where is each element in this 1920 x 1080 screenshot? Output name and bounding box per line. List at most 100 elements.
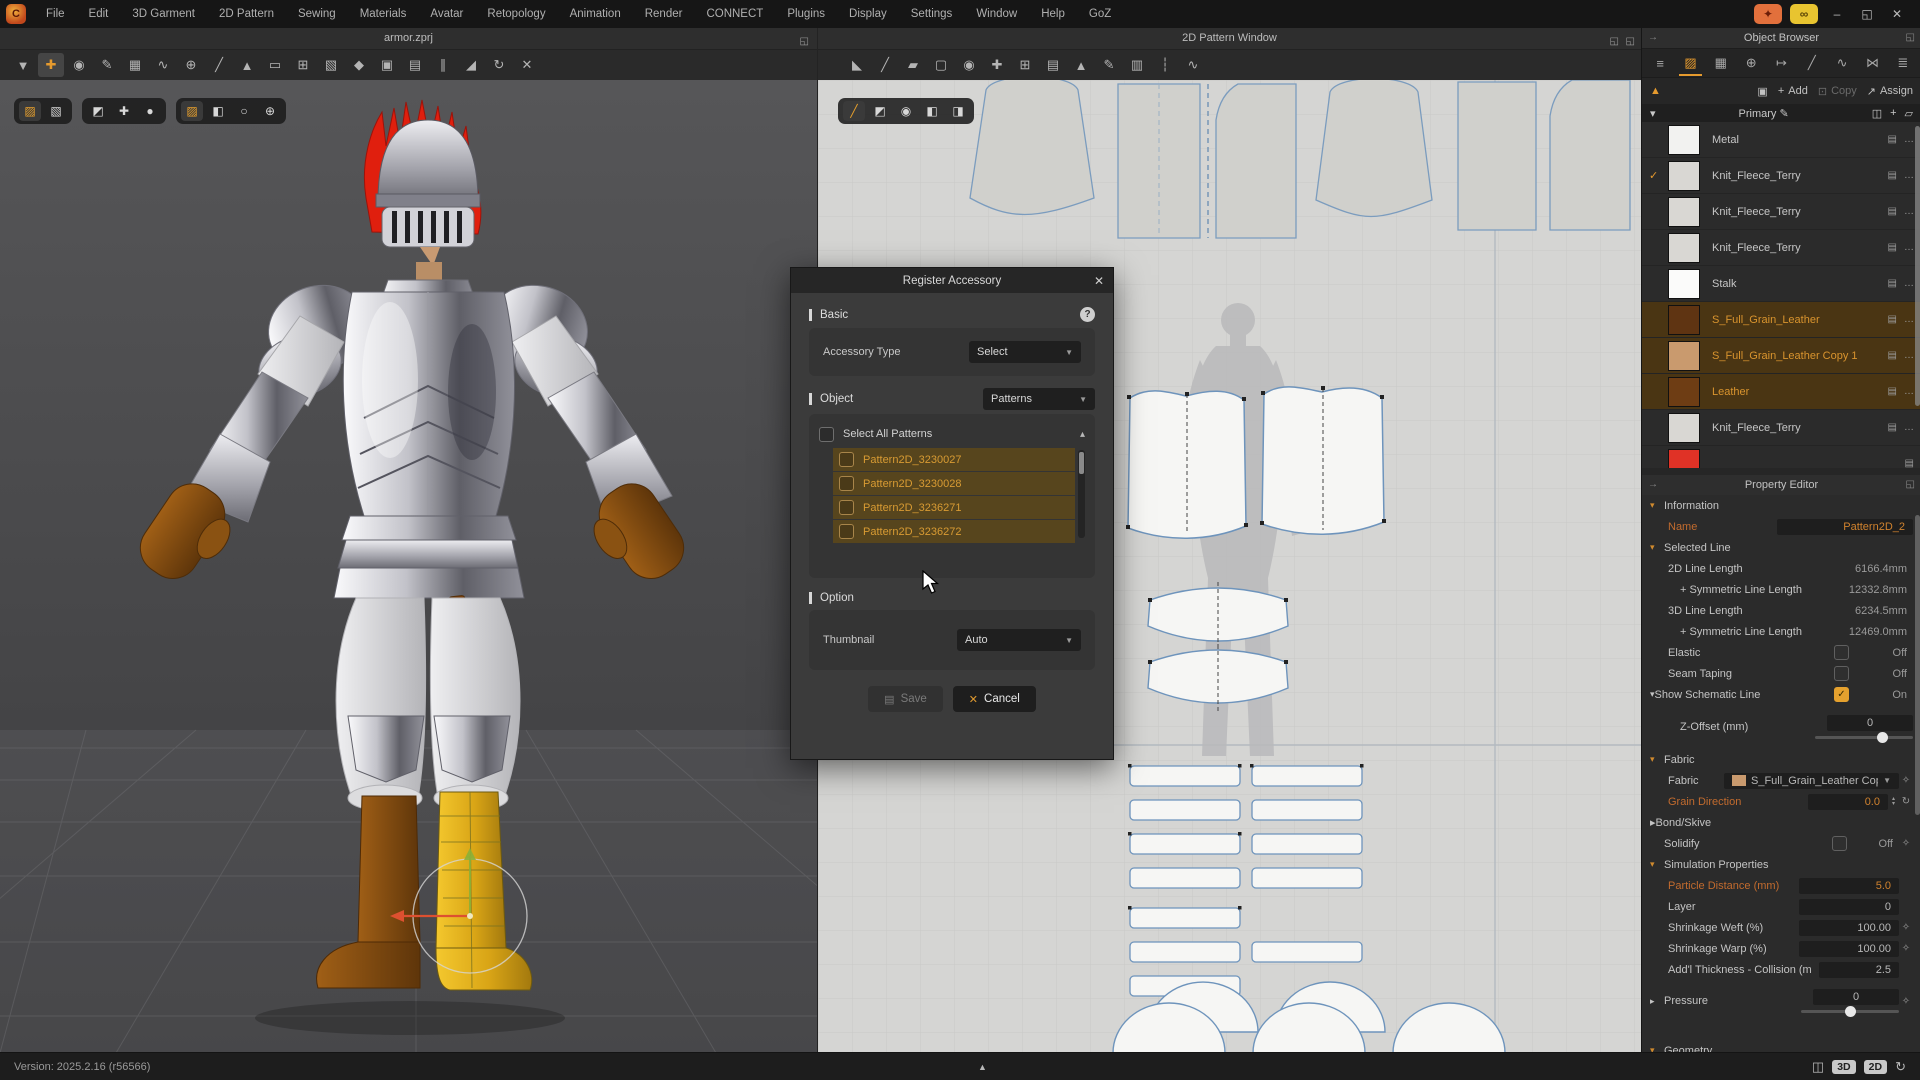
fabric-row-metal[interactable]: Metal ▤ …	[1642, 122, 1920, 158]
show-cloth-toggle-icon[interactable]: ◧	[207, 101, 229, 121]
walk-tool-icon[interactable]: ✕	[514, 53, 540, 77]
piping-tab-icon[interactable]: ╱	[1798, 51, 1826, 75]
spinner[interactable]: ▴ ▾	[1892, 797, 1895, 807]
grain-direction-field[interactable]: 0.0	[1808, 794, 1888, 810]
dock-pin-icon[interactable]: →	[1648, 28, 1658, 48]
thickness-collision-field[interactable]: 2.5	[1819, 962, 1899, 978]
cancel-button[interactable]: ✕ Cancel	[953, 686, 1036, 712]
solidify-checkbox[interactable]	[1832, 836, 1847, 851]
measure-tool-icon[interactable]: ∥	[430, 53, 456, 77]
menu-goz[interactable]: GoZ	[1077, 0, 1123, 28]
fabric-swatch[interactable]	[1668, 377, 1700, 407]
fabric-row-knit-4[interactable]: Knit_Fleece_Terry ▤ …	[1642, 410, 1920, 446]
select-move-tool-icon[interactable]: ✚	[38, 53, 64, 77]
show-pins-toggle-icon[interactable]: ✚	[113, 101, 135, 121]
notch-tool-icon[interactable]: ▥	[1124, 53, 1150, 77]
move-pattern-tool-icon[interactable]: ✚	[984, 53, 1010, 77]
menu-plugins[interactable]: Plugins	[775, 0, 837, 28]
more-options-icon[interactable]: …	[1904, 350, 1914, 361]
trim-tool-icon[interactable]: ◢	[458, 53, 484, 77]
create-circle-tool-icon[interactable]: ◉	[956, 53, 982, 77]
grid-tool-icon[interactable]: ⊞	[290, 53, 316, 77]
section-selected-line[interactable]: ▾ Selected Line	[1642, 537, 1920, 558]
edit-pattern-tool-icon[interactable]: ╱	[872, 53, 898, 77]
puckering-tab-icon[interactable]: ⋈	[1858, 51, 1886, 75]
show-avatar-mesh-toggle-icon[interactable]: ○	[233, 101, 255, 121]
save-fabric-icon[interactable]: ▤	[1888, 134, 1897, 145]
shrinkage-warp-field[interactable]: 100.00	[1799, 941, 1899, 957]
view-2d-button[interactable]: 2D	[1864, 1060, 1887, 1074]
pattern-item-1[interactable]: Pattern2D_3230027	[833, 448, 1075, 471]
fabric-row-knit-3[interactable]: Knit_Fleece_Terry ▤ …	[1642, 230, 1920, 266]
select-mesh-tool-icon[interactable]: ◉	[66, 53, 92, 77]
save-fabric-icon[interactable]: ▤	[1888, 422, 1897, 433]
seam-taping-checkbox[interactable]	[1834, 666, 1849, 681]
edit-texture-tool-icon[interactable]: ▦	[122, 53, 148, 77]
help-icon[interactable]: ?	[1080, 307, 1095, 322]
save-fabric-icon[interactable]: ▤	[1888, 314, 1897, 325]
history-tool-icon[interactable]: ▼	[10, 53, 36, 77]
shrinkage-weft-field[interactable]: 100.00	[1799, 920, 1899, 936]
keyframe-icon[interactable]: ✧	[1899, 943, 1913, 954]
add-group-icon[interactable]: +	[1890, 107, 1896, 119]
more-options-icon[interactable]: …	[1904, 278, 1914, 289]
reset-view-icon[interactable]: ↻	[1895, 1059, 1906, 1075]
export-group-icon[interactable]: ◫	[1872, 107, 1882, 120]
elastic-checkbox[interactable]	[1834, 645, 1849, 660]
topstitch-tab-icon[interactable]: ∿	[1828, 51, 1856, 75]
show-garment-toggle-icon[interactable]: ▧	[45, 101, 67, 121]
viewport-2d-titlebar[interactable]: 2D Pattern Window ◱ ◱	[818, 28, 1641, 50]
menu-3d-garment[interactable]: 3D Garment	[120, 0, 207, 28]
more-options-icon[interactable]: …	[1904, 134, 1914, 145]
dialog-titlebar[interactable]: Register Accessory ✕	[791, 268, 1113, 293]
expand-2d-window-icon[interactable]: ◱	[1626, 31, 1635, 52]
keyframe-icon[interactable]: ✧	[1899, 838, 1913, 849]
spin-down-icon[interactable]: ▾	[1892, 802, 1895, 807]
float-2d-window-icon[interactable]: ◱	[1610, 31, 1619, 52]
fabric-row-knit-2[interactable]: Knit_Fleece_Terry ▤ …	[1642, 194, 1920, 230]
pin-tab-icon[interactable]: ↦	[1767, 51, 1795, 75]
fabric-row-leather-1[interactable]: S_Full_Grain_Leather ▤ …	[1642, 302, 1920, 338]
section-bond-skive[interactable]: ▸ Bond/Skive	[1642, 812, 1920, 833]
more-options-icon[interactable]: …	[1904, 314, 1914, 325]
menu-sewing[interactable]: Sewing	[286, 0, 348, 28]
menu-help[interactable]: Help	[1029, 0, 1077, 28]
fabric-tab-icon[interactable]: ▨	[1676, 51, 1704, 75]
fabric-swatch[interactable]	[1668, 341, 1700, 371]
fabric-row-knit-1[interactable]: ✓ Knit_Fleece_Terry ▤ …	[1642, 158, 1920, 194]
expand-icon[interactable]: ▸	[1650, 996, 1664, 1007]
close-button[interactable]: ✕	[1886, 7, 1908, 21]
goz-icon[interactable]: ∞	[1790, 4, 1818, 24]
split-view-icon[interactable]: ◫	[1812, 1059, 1824, 1075]
fabric-swatch[interactable]	[1668, 305, 1700, 335]
pattern-checkbox[interactable]	[839, 500, 854, 515]
folder-icon[interactable]: ▱	[1905, 107, 1913, 120]
pen-3d-tool-icon[interactable]: ✎	[94, 53, 120, 77]
fabric-swatch[interactable]	[1668, 233, 1700, 263]
button-tab-icon[interactable]: ⊕	[1737, 51, 1765, 75]
texture-tool-icon[interactable]: ▧	[318, 53, 344, 77]
fabric-swatch[interactable]	[1668, 269, 1700, 299]
collapse-icon[interactable]: ▾	[1650, 754, 1664, 765]
save-button[interactable]: ▤ Save	[868, 686, 943, 712]
menu-render[interactable]: Render	[633, 0, 695, 28]
show-texture-2d-toggle-icon[interactable]: ◨	[947, 101, 969, 121]
layer-field[interactable]: 0	[1799, 899, 1899, 915]
minimize-button[interactable]: –	[1826, 7, 1848, 21]
more-options-icon[interactable]: …	[1904, 170, 1914, 181]
save-fabric-icon[interactable]: ▤	[1888, 206, 1897, 217]
show-grid-toggle-icon[interactable]: ⊕	[259, 101, 281, 121]
menu-materials[interactable]: Materials	[348, 0, 419, 28]
save-fabric-icon[interactable]: ▤	[1888, 242, 1897, 253]
view-3d-button[interactable]: 3D	[1832, 1060, 1855, 1074]
expand-bottom-icon[interactable]: ▲	[978, 1062, 987, 1072]
property-editor-header[interactable]: → Property Editor ◱	[1642, 475, 1920, 496]
more-options-icon[interactable]: …	[1904, 386, 1914, 397]
pattern-item-3[interactable]: Pattern2D_3236271	[833, 496, 1075, 519]
save-fabric-icon[interactable]: ▤	[1888, 386, 1897, 397]
property-editor-float-icon[interactable]: ◱	[1906, 475, 1915, 495]
graphic-tab-icon[interactable]: ▦	[1707, 51, 1735, 75]
fabric-row-leather-2[interactable]: Leather ▤ …	[1642, 374, 1920, 410]
pattern-item-4[interactable]: Pattern2D_3236272	[833, 520, 1075, 543]
fabric-row-leather-copy[interactable]: S_Full_Grain_Leather Copy 1 ▤ …	[1642, 338, 1920, 374]
